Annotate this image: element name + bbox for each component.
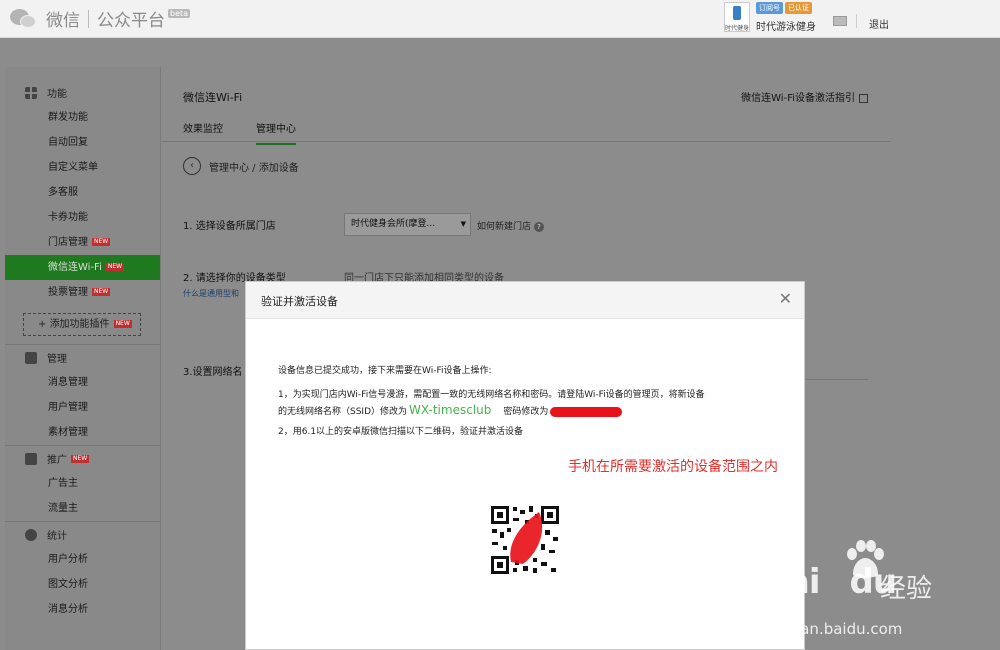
sidebar: 功能 群发功能 自动回复 自定义菜单 多客服 卡券功能 门店管理 NEW 微信连W… [5,67,160,650]
tab-performance[interactable]: 效果监控 [183,120,223,135]
wechat-icon [10,7,40,31]
sidebar-item-user-analysis[interactable]: 用户分析 [5,547,160,572]
baidu-brand-text: Bai du [762,562,897,602]
sidebar-item-store-management[interactable]: 门店管理 NEW [5,230,160,255]
subscription-badge: 订阅号 [756,2,783,14]
user-info: 订阅号 已认证 时代游泳健身 [756,2,816,33]
pie-chart-icon [25,528,37,541]
nav-group-statistics: 统计 用户分析 图文分析 消息分析 [5,522,160,622]
megaphone-icon [25,452,37,465]
ssid-value: WX-timesclub [409,403,492,417]
instruction-line-1: 1，为实现门店内Wi-Fi信号漫游，需配置一致的无线网络名称和密码。请登陆Wi-… [278,390,705,400]
grid-icon [25,86,37,99]
top-header: 微信 公众平台 beta 时代健身 订阅号 已认证 时代游泳健身 退出 [0,0,1000,38]
sidebar-item-materials[interactable]: 素材管理 [5,420,160,445]
new-badge: NEW [92,288,111,296]
group-title-statistics: 统计 [5,522,160,547]
sidebar-item-custom-menu[interactable]: 自定义菜单 [5,155,160,180]
new-badge: NEW [113,320,132,328]
modal-title: 验证并激活设备 [261,295,338,308]
device-type-help-link[interactable]: 什么是通用型和 [183,288,239,299]
sidebar-item-messages[interactable]: 消息管理 [5,370,160,395]
intro-text: 设备信息已提交成功，接下来需要在Wi-Fi设备上操作: [278,366,492,376]
instruction-line-3: 2，用6.1以上的安卓版微信扫描以下二维码，验证并激活设备 [278,427,524,437]
header-divider [856,14,857,28]
red-annotation: 手机在所需要激活的设备范围之内 [568,459,778,475]
instruction-line-2: 的无线网络名称（SSID）修改为 WX-timesclub 密码修改为 [278,403,623,417]
help-icon[interactable]: ? [534,222,545,232]
verified-badge: 已认证 [785,2,812,14]
redacted-password [550,406,623,417]
avatar[interactable]: 时代健身 [724,2,750,32]
nav-group-management: 管理 消息管理 用户管理 素材管理 [5,345,160,445]
logout-link[interactable]: 退出 [869,16,889,31]
tab-bar: 效果监控 管理中心 [161,114,891,145]
activation-guide-link[interactable]: 微信连Wi-Fi设备激活指引 [741,89,868,104]
account-name: 时代游泳健身 [756,22,816,33]
step3-label: 3.设置网络名 [183,367,243,378]
sidebar-item-auto-reply[interactable]: 自动回复 [5,130,160,155]
tab-management-center[interactable]: 管理中心 [256,120,296,145]
store-select[interactable]: 时代健身会所(摩登... ▼ [344,213,471,236]
back-arrow-icon[interactable]: ‹ [183,157,201,175]
sidebar-item-wechat-wifi[interactable]: 微信连Wi-Fi NEW [5,255,160,280]
sidebar-item-customer-service[interactable]: 多客服 [5,180,160,205]
breadcrumb: ‹ 管理中心 / 添加设备 [183,157,299,175]
logo-divider [88,9,89,28]
new-badge: NEW [105,263,125,271]
sidebar-item-mass-send[interactable]: 群发功能 [5,105,160,130]
group-title-management: 管理 [5,345,160,370]
sidebar-item-users[interactable]: 用户管理 [5,395,160,420]
sidebar-item-traffic-owner[interactable]: 流量主 [5,496,160,521]
group-title-promotion: 推广 NEW [5,446,160,471]
beta-badge: beta [168,9,191,18]
page-title: 微信连Wi-Fi [183,91,243,104]
close-icon[interactable]: ✕ [779,289,792,308]
chevron-down-icon: ▼ [460,220,466,228]
watermark-url: jingyan.baidu.com [764,620,903,638]
sidebar-item-advertiser[interactable]: 广告主 [5,471,160,496]
add-plugin-button[interactable]: + 添加功能插件 NEW [23,313,141,336]
modal-header: 验证并激活设备 ✕ [246,282,804,319]
new-badge: NEW [71,454,90,463]
how-to-create-store-link[interactable]: 如何新建门店? [477,219,545,232]
group-title-features: 功能 [5,80,160,105]
mail-icon[interactable] [833,16,847,26]
baidu-watermark: Bai du 经验 jingyan.baidu.com [762,540,982,645]
sidebar-item-cards[interactable]: 卡券功能 [5,205,160,230]
account-area[interactable]: 时代健身 订阅号 已认证 时代游泳健身 [724,2,816,33]
logo-text: 微信 [46,11,80,31]
sidebar-item-article-analysis[interactable]: 图文分析 [5,572,160,597]
nav-group-features: 功能 群发功能 自动回复 自定义菜单 多客服 卡券功能 门店管理 NEW 微信连W… [5,67,160,336]
inbox-icon [25,351,37,364]
sidebar-item-message-analysis[interactable]: 消息分析 [5,597,160,622]
plus-icon: + [38,319,50,330]
step1-label: 1. 选择设备所属门店 [183,221,276,232]
platform-name: 公众平台 [97,11,165,31]
breadcrumb-text: 管理中心 / 添加设备 [209,162,299,174]
nav-group-promotion: 推广 NEW 广告主 流量主 [5,446,160,521]
qr-code [489,504,561,576]
jingyan-text: 经验 [880,574,933,604]
wechat-logo[interactable]: 微信 公众平台 beta [10,6,191,31]
document-icon [859,93,868,103]
new-badge: NEW [92,238,111,246]
sidebar-item-vote-management[interactable]: 投票管理 NEW [5,280,160,305]
